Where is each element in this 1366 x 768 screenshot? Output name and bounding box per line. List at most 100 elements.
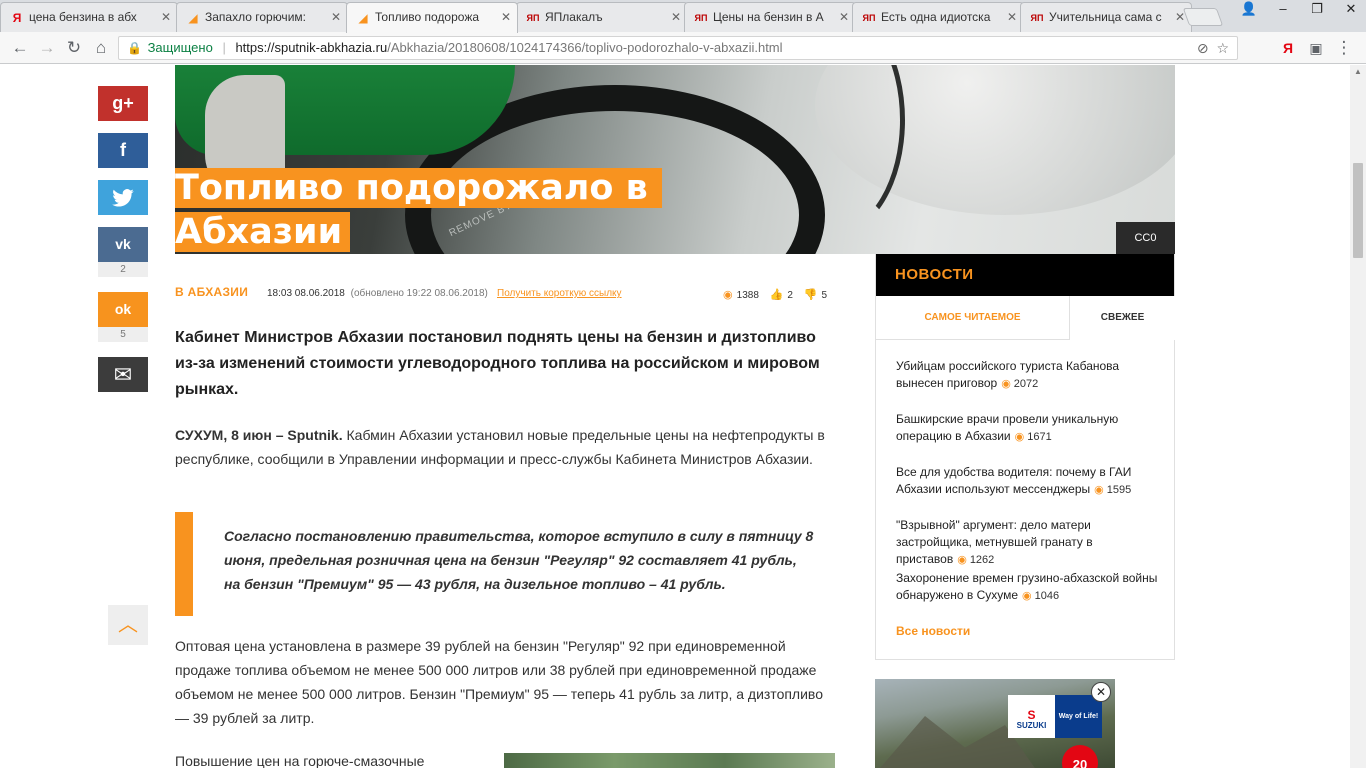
- close-icon[interactable]: ✕: [161, 10, 171, 24]
- page-scrollbar[interactable]: ▲: [1350, 65, 1366, 768]
- email-share-button[interactable]: ✉: [98, 357, 148, 392]
- short-link[interactable]: Получить короткую ссылку: [497, 288, 622, 299]
- news-item-views: 2072: [1013, 378, 1039, 390]
- article-paragraph-1: СУХУМ, 8 июн – Sputnik. Кабмин Абхазии у…: [175, 423, 840, 471]
- all-news-link[interactable]: Все новости: [896, 624, 970, 638]
- close-ad-icon[interactable]: ✕: [1091, 682, 1111, 702]
- url-host: https://sputnik-abkhazia.ru: [235, 40, 388, 55]
- publish-datetime: 18:03 08.06.2018: [267, 288, 345, 299]
- eye-icon: ◉: [723, 289, 733, 301]
- tab-title: Есть одна идиотска: [881, 10, 991, 24]
- tab-title: Запахло горючим:: [205, 10, 306, 24]
- odnoklassniki-share-count: 5: [98, 327, 148, 342]
- close-icon[interactable]: ✕: [331, 10, 341, 24]
- tab-title: цена бензина в абх: [29, 10, 137, 24]
- vk-share-count: 2: [98, 262, 148, 277]
- advertisement-banner[interactable]: S SUZUKI Way of Life! 20 ✕: [875, 679, 1115, 768]
- news-item[interactable]: Башкирские врачи провели уникальную опер…: [896, 411, 1166, 446]
- news-item[interactable]: Все для удобства водителя: почему в ГАИ …: [896, 464, 1166, 499]
- news-item[interactable]: Убийцам российского туриста Кабанова вын…: [896, 358, 1166, 393]
- browser-tab[interactable]: ЯП Есть одна идиотска ✕: [852, 2, 1024, 32]
- tab-title: Учительница сама с: [1049, 10, 1162, 24]
- article-title-line2: Абхазии: [175, 212, 351, 252]
- secure-label: Защищено: [147, 40, 213, 55]
- eye-icon: ◉: [1022, 590, 1032, 602]
- ad-anniversary-badge: 20: [1062, 745, 1098, 768]
- close-window-button[interactable]: ✕: [1334, 0, 1366, 20]
- reload-icon[interactable]: ↻: [64, 38, 84, 58]
- lock-icon: 🔒: [127, 41, 142, 55]
- google-plus-icon: g+: [112, 93, 134, 113]
- vk-share-button[interactable]: vk: [98, 227, 148, 262]
- twitter-share-button[interactable]: [98, 180, 148, 215]
- yaplakal-icon: ЯП: [1030, 13, 1044, 23]
- browser-tab-bar: Я цена бензина в абх ✕ ◢ Запахло горючим…: [0, 0, 1366, 33]
- scrollbar-thumb[interactable]: [1353, 163, 1363, 258]
- news-item[interactable]: "Взрывной" аргумент: дело матери застрой…: [896, 517, 1166, 569]
- forward-icon[interactable]: →: [37, 38, 57, 58]
- profile-icon[interactable]: 👤: [1232, 0, 1266, 20]
- url-field[interactable]: 🔒 Защищено | https://sputnik-abkhazia.ru…: [118, 36, 1238, 60]
- close-icon[interactable]: ✕: [501, 10, 511, 24]
- back-icon[interactable]: ←: [10, 38, 30, 58]
- facebook-share-button[interactable]: f: [98, 133, 148, 168]
- eye-icon: ◉: [957, 554, 967, 566]
- thumbs-up-icon[interactable]: 👍: [770, 289, 784, 301]
- browser-tab[interactable]: ◢ Запахло горючим: ✕: [176, 2, 348, 32]
- news-item-views: 1262: [969, 554, 995, 566]
- dateline: СУХУМ, 8 июн – Sputnik.: [175, 427, 343, 443]
- url-separator: |: [222, 40, 226, 55]
- close-icon[interactable]: ✕: [671, 10, 681, 24]
- browser-tab[interactable]: ЯП Учительница сама с ✕: [1020, 2, 1192, 32]
- new-tab-button[interactable]: [1182, 8, 1224, 26]
- news-item[interactable]: Захоронение времен грузино-абхазской вой…: [896, 570, 1166, 605]
- tab-title: ЯПлакалъ: [545, 10, 603, 24]
- news-item-title: Башкирские врачи провели уникальную опер…: [896, 412, 1119, 443]
- scroll-up-arrow-icon[interactable]: ▲: [1350, 65, 1366, 79]
- browser-tab[interactable]: ЯП Цены на бензин в А ✕: [684, 2, 856, 32]
- browser-tab-active[interactable]: ◢ Топливо подорожа ✕: [346, 2, 518, 33]
- yaplakal-icon: ЯП: [862, 13, 876, 23]
- article-stats: ◉ 1388 👍 2 👎 5: [719, 288, 827, 301]
- article-paragraph-3: Повышение цен на горюче-смазочные: [175, 753, 425, 768]
- scroll-to-top-button[interactable]: ︿: [108, 605, 148, 645]
- extension-icon[interactable]: ▣: [1306, 38, 1326, 58]
- quote-text: Согласно постановлению правительства, ко…: [224, 528, 814, 592]
- maximize-button[interactable]: ❐: [1300, 0, 1334, 20]
- home-icon[interactable]: ⌂: [91, 38, 111, 58]
- browser-tab[interactable]: Я цена бензина в абх ✕: [0, 2, 178, 32]
- article-quote: Согласно постановлению правительства, ко…: [175, 512, 835, 616]
- sputnik-icon: ◢: [188, 11, 198, 25]
- odnoklassniki-share-button[interactable]: ok: [98, 292, 148, 327]
- tab-most-read[interactable]: САМОЕ ЧИТАЕМОЕ: [876, 296, 1069, 340]
- odnoklassniki-icon: ok: [114, 301, 132, 317]
- browser-tab[interactable]: ЯП ЯПлакалъ ✕: [516, 2, 688, 32]
- tab-title: Топливо подорожа: [375, 10, 480, 24]
- hero-image: REMOVE BY 06/20 Топливо подорожало в Абх…: [175, 65, 1175, 254]
- news-item-views: 1046: [1034, 590, 1060, 602]
- tab-title: Цены на бензин в А: [713, 10, 824, 24]
- google-plus-share-button[interactable]: g+: [98, 86, 148, 121]
- eye-icon: ◉: [1001, 378, 1011, 390]
- blocked-popup-icon[interactable]: ⊘: [1197, 40, 1209, 56]
- mail-icon: ✉: [113, 362, 133, 387]
- menu-icon[interactable]: ⋮: [1334, 38, 1354, 58]
- news-sidebar: НОВОСТИ САМОЕ ЧИТАЕМОЕ СВЕЖЕЕ Убийцам ро…: [875, 254, 1175, 660]
- quote-bar: [175, 512, 193, 616]
- thumbs-down-icon[interactable]: 👎: [804, 289, 818, 301]
- vk-icon: vk: [115, 236, 131, 252]
- yaplakal-icon: ЯП: [526, 13, 540, 23]
- dislikes-count: 5: [821, 290, 827, 301]
- bookmark-star-icon[interactable]: ☆: [1216, 40, 1229, 56]
- views-count: 1388: [736, 290, 759, 301]
- close-icon[interactable]: ✕: [839, 10, 849, 24]
- tab-fresh[interactable]: СВЕЖЕЕ: [1069, 296, 1175, 340]
- section-link[interactable]: В АБХАЗИИ: [175, 285, 248, 299]
- yandex-extension-icon[interactable]: Я: [1278, 38, 1298, 58]
- close-icon[interactable]: ✕: [1007, 10, 1017, 24]
- article-paragraph-2: Оптовая цена установлена в размере 39 ру…: [175, 638, 823, 726]
- news-item-title: "Взрывной" аргумент: дело матери застрой…: [896, 518, 1093, 566]
- photo-license-badge[interactable]: CC0: [1116, 222, 1175, 254]
- minimize-button[interactable]: –: [1266, 0, 1300, 20]
- article-meta: В АБХАЗИИ 18:03 08.06.2018 (обновлено 19…: [175, 285, 835, 303]
